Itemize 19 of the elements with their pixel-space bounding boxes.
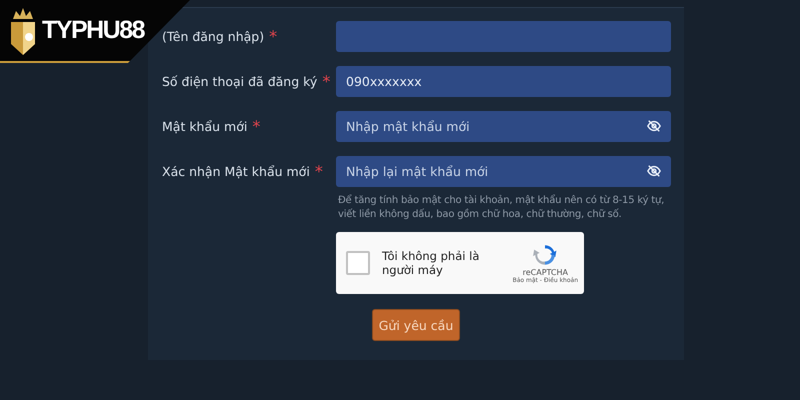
input-field[interactable] — [336, 21, 671, 52]
required-mark: * — [269, 27, 278, 46]
field-label: (Tên đăng nhập) — [162, 29, 264, 44]
required-mark: * — [252, 117, 260, 136]
input-field[interactable]: Nhập mật khẩu mới — [336, 111, 671, 142]
field-label: Mật khẩu mới — [162, 119, 248, 134]
field-label: Xác nhận Mật khẩu mới — [162, 164, 310, 179]
password-hint: Để tăng tính bảo mật cho tài khoản, mật khẩu nên có từ 8-15 ký tự, viết liền không dấu, bao gồm chữ hoa, chữ thường, chữ số. — [338, 194, 666, 222]
eye-slash-icon[interactable] — [647, 164, 661, 178]
captcha-checkbox[interactable] — [346, 251, 370, 275]
brand-logo: TYPHU88 — [42, 16, 144, 45]
required-mark: * — [322, 72, 330, 91]
input-field[interactable]: 090xxxxxxx — [336, 66, 671, 97]
field-label: Số điện thoại đã đăng ký — [162, 74, 318, 89]
eye-slash-icon[interactable] — [647, 119, 661, 133]
captcha-label: Tôi không phải là người máy — [382, 249, 480, 277]
input-field[interactable]: Nhập lại mật khẩu mới — [336, 156, 671, 187]
required-mark: * — [314, 162, 323, 181]
recaptcha-brand: reCAPTCHA — [522, 268, 568, 277]
